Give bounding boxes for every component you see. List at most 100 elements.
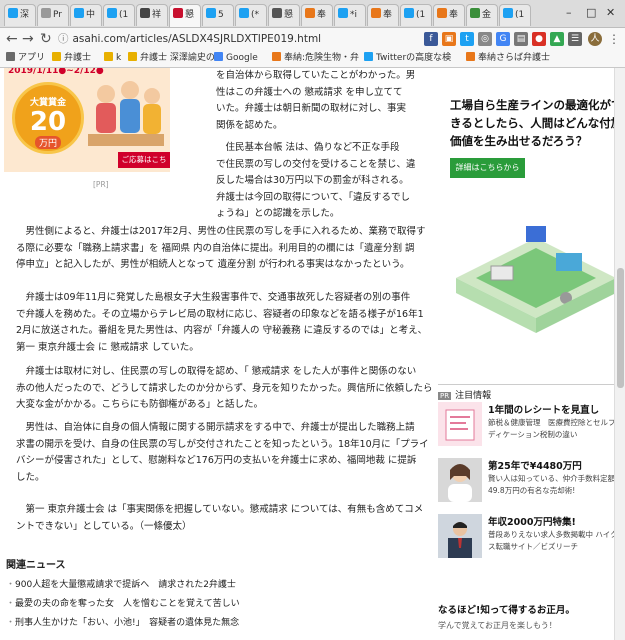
reload-icon[interactable]: ↻ (40, 30, 52, 48)
apply-button[interactable]: ご応募はこちら▶ (118, 152, 170, 172)
factory-illustration-icon (456, 226, 616, 333)
profile-avatar[interactable]: 人 (588, 32, 602, 46)
bookmark-item[interactable]: アプリ (6, 50, 45, 67)
article-line: で住民票の写しの交付を受けることを禁じ、違 (216, 158, 416, 170)
extension-icon-6[interactable]: ▲ (550, 32, 564, 46)
tab-title: *i (350, 10, 358, 20)
back-icon[interactable]: ← (6, 30, 18, 48)
bookmark-icon (52, 52, 61, 61)
browser-tab[interactable]: (1 (400, 4, 432, 26)
article-line: 反した場合は30万円以下の罰金が科される。 (216, 175, 409, 186)
article-line: 関係を認めた。 (216, 119, 283, 131)
maximize-icon[interactable]: □ (586, 6, 596, 19)
paragraph-2: 住民基本台帳 法は、偽りなど不正な手段 で住民票の写しの交付を受けることを禁じ、違… (216, 140, 416, 223)
tab-favicon-icon (503, 8, 513, 18)
article-line: 弁護士は09年11月に発覚した島根女子大生殺害事件で、交通事故死した容疑者の別の… (16, 292, 411, 303)
bookmark-item[interactable]: k (104, 50, 121, 67)
web-page: 2019/1/11●~2/12● 大賞賞金 20 万円 ご応募はこちら▶ [PR… (0, 68, 625, 640)
tab-favicon-icon (404, 8, 414, 18)
bookmarks-bar: アプリ 弁護士 k 弁護士 深澤諭史の Google 奉納:危険生物・弁 Twitterの高… (0, 50, 625, 68)
browser-tab[interactable]: 奉 (433, 4, 465, 26)
receipt-thumb-icon (438, 402, 482, 446)
ad-details-button[interactable]: 詳細はこちらから (450, 158, 525, 178)
tab-favicon-icon (239, 8, 249, 18)
tab-favicon-icon (107, 8, 117, 18)
extension-icon[interactable]: ▣ (442, 32, 456, 46)
bookmark-icon (466, 52, 475, 61)
tab-title: 5 (218, 10, 224, 20)
page-scrollbar[interactable] (614, 68, 625, 640)
bookmark-item[interactable]: Twitterの高度な検 (364, 50, 451, 67)
promo-real-estate[interactable]: 第25年で¥4480万円 賢い人は知っている、仲介手数料定額49.8万円の有名な… (438, 458, 625, 504)
article-line: 性はこの弁護士への 懲戒請求 を申し立てて (216, 86, 403, 98)
browser-tab[interactable]: 中 (70, 4, 102, 26)
tab-favicon-icon (371, 8, 381, 18)
browser-tab[interactable]: 奉 (301, 4, 333, 26)
article-line: を自治体から取得していたことがわかった。男 (216, 70, 416, 81)
tab-strip: 深 Pr 中 (1 祥 懇 5 (* 懇 奉 *i 奉 (1 奉 金 (1 – □ ✕ (0, 0, 625, 28)
extension-icon-5[interactable]: ● (532, 32, 546, 46)
tab-title: 祥 (152, 10, 162, 20)
browser-tab[interactable]: 懇 (169, 4, 201, 27)
article-line: 第一 東京弁護士会 に 懲戒請求 していた。 (16, 341, 199, 353)
extension-icon-7[interactable]: ☰ (568, 32, 582, 46)
paragraph-7: 第一 東京弁護士会 は「事実関係を把握していない。懲戒請求 については、有無も含… (16, 502, 423, 535)
tab-title: 中 (86, 10, 96, 20)
extension-icon-3[interactable]: G (496, 32, 510, 46)
browser-tab[interactable]: 深 (4, 4, 36, 26)
related-news-item[interactable]: 最愛の夫の命を奪った女 人を憎むことを覚えて苦しい (6, 595, 386, 614)
promo-job[interactable]: 年収2000万円特集! 普段ありえない求人多数掲載中 ハイクラス転職サイト／ビズ… (438, 514, 625, 560)
related-news-item[interactable]: 刑事人生かけた「おい、小池!」 容疑者の遺体見た無念 (6, 614, 386, 633)
facebook-ext-icon[interactable]: f (424, 32, 438, 46)
forward-icon[interactable]: → (22, 30, 34, 48)
article-line: 大変な金がかかる。こちらにも防御権がある」と話した。 (16, 399, 264, 410)
close-icon[interactable]: ✕ (606, 6, 615, 19)
tab-favicon-icon (206, 8, 216, 18)
pr-badge: PR (438, 392, 452, 400)
promo-receipt[interactable]: 1年間のレシートを見直し 節税＆健康管理 医療費控除とセルフメディケーション税制… (438, 402, 625, 448)
scrollbar-thumb[interactable] (617, 268, 624, 388)
address-bar[interactable]: ⓘ asahi.com/articles/ASLDX4SJRLDXTIPE019.… (58, 30, 378, 48)
browser-tab[interactable]: *i (334, 4, 366, 26)
promo-title: 1年間のレシートを見直し (488, 405, 600, 416)
tab-title: 金 (482, 10, 492, 20)
prize-ad-banner[interactable]: 2019/1/11●~2/12● 大賞賞金 20 万円 ご応募はこちら▶ (4, 68, 170, 172)
factory-ad[interactable]: 工場自ら生産ラインの最適化ができるとしたら、人間はどんな付加価値を生み出せるだろ… (436, 68, 625, 368)
menu-icon[interactable]: ⋮ (608, 30, 620, 48)
bookmark-label: 弁護士 (64, 53, 92, 63)
twitter-ext-icon[interactable]: t (460, 32, 474, 46)
extension-icon-4[interactable]: ▤ (514, 32, 528, 46)
article-line: 2月に放送された。番組を見た男性は、内容が「弁護人の 守秘義務 に違反するのでは… (16, 325, 428, 336)
tab-favicon-icon (140, 8, 150, 18)
paragraph-4: 弁護士は09年11月に発覚した島根女子大生殺害事件で、交通事故死した容疑者の別の… (16, 290, 428, 356)
browser-tab[interactable]: Pr (37, 4, 69, 26)
tab-title: Pr (53, 10, 62, 20)
browser-tab[interactable]: (* (235, 4, 267, 26)
paragraph-1: を自治体から取得していたことがわかった。男 性はこの弁護士への 懲戒請求 を申し立… (216, 68, 416, 134)
bookmark-label: Google (226, 53, 258, 63)
bookmark-item[interactable]: 奉納さらば弁護士 (466, 50, 550, 67)
tab-title: (* (251, 10, 260, 20)
browser-tab[interactable]: 5 (202, 4, 234, 26)
bookmark-item[interactable]: Google (214, 50, 258, 67)
browser-tab[interactable]: (1 (103, 4, 135, 26)
bookmark-item[interactable]: 弁護士 (52, 50, 91, 67)
tab-favicon-icon (305, 8, 315, 18)
bookmark-item[interactable]: 奉納:危険生物・弁 (272, 50, 359, 67)
paragraph-5: 弁護士は取材に対し、住民票の写しの取得を認め、「 懲戒請求 をした人が事件と関係… (16, 364, 432, 414)
related-news-item[interactable]: 900人超を大量懲戒請求で提訴へ 請求された2弁護士 (6, 576, 386, 595)
info-icon[interactable]: ⓘ (58, 33, 69, 45)
browser-tab[interactable]: 懇 (268, 4, 300, 26)
browser-tab[interactable]: 祥 (136, 4, 168, 26)
article-line: 男性は、自治体に自身の個人情報に関する開示請求をする中で、弁護士が提出した職務上… (16, 422, 415, 433)
browser-tab[interactable]: 奉 (367, 4, 399, 26)
browser-toolbar: ← → ↻ ⓘ asahi.com/articles/ASLDX4SJRLDXTI… (0, 28, 625, 50)
bookmark-item[interactable]: 弁護士 深澤諭史の (128, 50, 215, 67)
browser-tab[interactable]: 金 (466, 4, 498, 26)
extension-icon-2[interactable]: ◎ (478, 32, 492, 46)
browser-tab[interactable]: (1 (499, 4, 531, 26)
minimize-icon[interactable]: – (566, 6, 572, 19)
paragraph-3: 男性側によると、弁護士は2017年2月、男性の住民票の写しを手に入れるため、業務… (16, 224, 426, 274)
naruhodo-title[interactable]: なるほど!知って得するお正月。 (438, 602, 575, 616)
tab-favicon-icon (470, 8, 480, 18)
